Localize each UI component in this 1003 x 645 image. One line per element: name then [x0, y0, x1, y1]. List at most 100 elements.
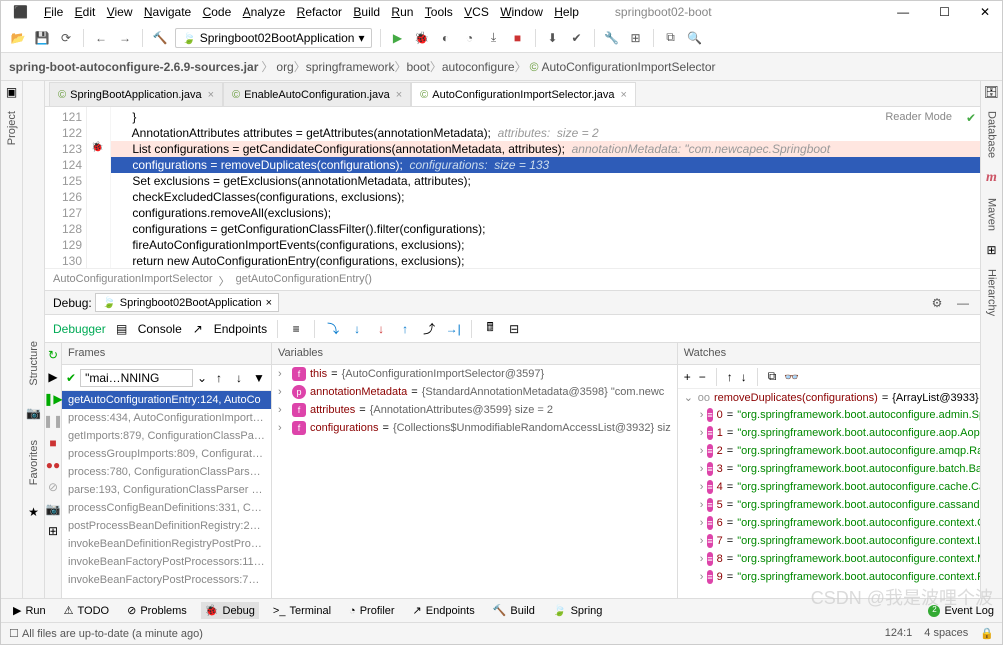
structure-tool-label[interactable]: Structure: [28, 341, 40, 386]
maven-label[interactable]: Maven: [986, 198, 998, 231]
bottom-tab-todo[interactable]: ⚠TODO: [60, 602, 113, 619]
stack-frame[interactable]: processGroupImports:809, Configuration: [62, 445, 271, 463]
favorites-tool-label[interactable]: Favorites: [28, 440, 40, 485]
glasses-icon[interactable]: 👓: [784, 370, 799, 384]
stop-icon[interactable]: ■: [509, 29, 527, 47]
tab-console[interactable]: Console: [138, 322, 182, 336]
menu-help[interactable]: Help: [550, 3, 583, 21]
breadcrumb-part[interactable]: boot: [406, 60, 429, 74]
bottom-tab-endpoints[interactable]: ↗Endpoints: [409, 602, 479, 619]
watch-item[interactable]: ›≡ 3 = "org.springframework.boot.autocon…: [678, 460, 980, 478]
menu-build[interactable]: Build: [349, 3, 384, 21]
code-line[interactable]: }: [111, 109, 980, 125]
attach-icon[interactable]: ⤓: [485, 29, 503, 47]
menu-view[interactable]: View: [103, 3, 137, 21]
menu-code[interactable]: Code: [199, 3, 236, 21]
code-line[interactable]: checkExcludedClasses(configurations, exc…: [111, 189, 980, 205]
run-icon[interactable]: ▶: [389, 29, 407, 47]
project-tool-label[interactable]: Project: [6, 111, 18, 145]
inspection-ok-icon[interactable]: ✔: [966, 111, 976, 125]
debug-settings-icon[interactable]: ⚙: [928, 294, 946, 312]
breadcrumb-part[interactable]: autoconfigure: [442, 60, 515, 74]
close-tab-icon[interactable]: ×: [208, 89, 214, 101]
watch-item[interactable]: ›≡ 5 = "org.springframework.boot.autocon…: [678, 496, 980, 514]
profile-icon[interactable]: ◔: [461, 29, 479, 47]
stack-frame[interactable]: processConfigBeanDefinitions:331, Confi: [62, 499, 271, 517]
watch-item[interactable]: ›≡ 1 = "org.springframework.boot.autocon…: [678, 424, 980, 442]
sync-icon[interactable]: ⟳: [57, 29, 75, 47]
menu-window[interactable]: Window: [496, 3, 547, 21]
menu-tools[interactable]: Tools: [421, 3, 457, 21]
bottom-tab-profiler[interactable]: ◔Profiler: [345, 603, 399, 619]
status-icon[interactable]: ☐: [9, 627, 19, 640]
code-line[interactable]: configurations = getConfigurationClassFi…: [111, 221, 980, 237]
debug-icon[interactable]: 🐞: [413, 29, 431, 47]
variable-row[interactable]: ›f this = {AutoConfigurationImportSelect…: [272, 365, 677, 383]
stack-frame[interactable]: invokeBeanFactoryPostProcessors:746, A: [62, 571, 271, 589]
code-line[interactable]: configurations.removeAll(exclusions);: [111, 205, 980, 221]
cursor-position[interactable]: 124:1: [885, 627, 913, 640]
watch-item[interactable]: ›≡ 0 = "org.springframework.boot.autocon…: [678, 406, 980, 424]
indent-info[interactable]: 4 spaces: [924, 627, 968, 640]
variable-row[interactable]: ›f configurations = {Collections$Unmodif…: [272, 419, 677, 437]
minimize-icon[interactable]: —: [893, 3, 913, 21]
watch-item[interactable]: ›≡ 7 = "org.springframework.boot.autocon…: [678, 532, 980, 550]
build-icon[interactable]: 🔨: [151, 29, 169, 47]
menu-navigate[interactable]: Navigate: [140, 3, 195, 21]
tab-debugger[interactable]: Debugger: [53, 322, 106, 336]
close-tab-icon[interactable]: ×: [620, 89, 626, 101]
menu-edit[interactable]: Edit: [71, 3, 100, 21]
settings-icon[interactable]: 🔧: [603, 29, 621, 47]
watch-expression[interactable]: ⌄ oo removeDuplicates(configurations) = …: [678, 389, 980, 406]
next-frame-icon[interactable]: ↓: [231, 370, 247, 386]
watch-item[interactable]: ›≡ 4 = "org.springframework.boot.autocon…: [678, 478, 980, 496]
prev-frame-icon[interactable]: ↑: [211, 370, 227, 386]
padlock-icon[interactable]: 🔒: [980, 627, 994, 640]
breadcrumb-part[interactable]: org: [276, 60, 293, 74]
force-step-into-icon[interactable]: ↓: [373, 321, 389, 337]
database-icon[interactable]: 🗄: [984, 85, 999, 99]
bottom-tab-terminal[interactable]: >_Terminal: [269, 603, 335, 619]
breadcrumb[interactable]: spring-boot-autoconfigure-2.6.9-sources.…: [9, 58, 716, 75]
up-icon[interactable]: ↑: [727, 370, 733, 384]
file-tab[interactable]: © AutoConfigurationImportSelector.java ×: [411, 82, 636, 106]
view-breakpoints-icon[interactable]: ●●: [45, 457, 61, 473]
code-editor[interactable]: } AnnotationAttributes attributes = getA…: [111, 107, 980, 268]
stack-frame[interactable]: postProcessBeanDefinitionRegistry:247, C: [62, 517, 271, 535]
back-icon[interactable]: ←: [92, 29, 110, 47]
bottom-tab-spring[interactable]: 🍃Spring: [549, 602, 607, 619]
stack-frame[interactable]: getAutoConfigurationEntry:124, AutoCo: [62, 391, 271, 409]
hierarchy-icon[interactable]: ⊞: [986, 243, 996, 257]
step-over-icon[interactable]: ⤵: [325, 321, 341, 337]
mute-breakpoints-icon[interactable]: ⊘: [45, 479, 61, 495]
rerun-icon[interactable]: ↻: [45, 347, 61, 363]
database-label[interactable]: Database: [986, 111, 998, 158]
add-watch-icon[interactable]: +: [684, 370, 691, 384]
open-icon[interactable]: 📂: [9, 29, 27, 47]
stack-frame[interactable]: process:780, ConfigurationClassParser$D: [62, 463, 271, 481]
filter-icon[interactable]: ▼: [251, 370, 267, 386]
reader-mode-label[interactable]: Reader Mode: [885, 111, 952, 123]
code-line[interactable]: AnnotationAttributes attributes = getAtt…: [111, 125, 980, 141]
copy-icon[interactable]: ⧉: [768, 369, 777, 384]
watch-item[interactable]: ›≡ 6 = "org.springframework.boot.autocon…: [678, 514, 980, 532]
bottom-tab-build[interactable]: 🔨Build: [489, 602, 539, 619]
menu-run[interactable]: Run: [387, 3, 417, 21]
breadcrumb-part[interactable]: springframework: [306, 60, 395, 74]
close-icon[interactable]: ✕: [976, 3, 994, 21]
debug-session-tab[interactable]: Springboot02BootApplication ×: [95, 293, 279, 312]
remove-watch-icon[interactable]: −: [699, 370, 706, 384]
maven-icon[interactable]: m: [986, 170, 997, 186]
menu-refactor[interactable]: Refactor: [293, 3, 346, 21]
close-tab-icon[interactable]: ×: [266, 297, 272, 309]
forward-icon[interactable]: →: [116, 29, 134, 47]
run-config-selector[interactable]: Springboot02BootApplication ▾: [175, 28, 372, 48]
stack-frame[interactable]: getImports:879, ConfigurationClassParse: [62, 427, 271, 445]
watch-item[interactable]: ›≡ 8 = "org.springframework.boot.autocon…: [678, 550, 980, 568]
search-icon[interactable]: 🔍: [686, 29, 704, 47]
get-thread-dump-icon[interactable]: 📷: [45, 501, 61, 517]
breadcrumb-root[interactable]: spring-boot-autoconfigure-2.6.9-sources.…: [9, 60, 258, 74]
menu-analyze[interactable]: Analyze: [239, 3, 290, 21]
thread-dropdown[interactable]: "mai…NNING: [80, 369, 193, 387]
run-to-cursor-icon[interactable]: →|: [445, 321, 461, 337]
